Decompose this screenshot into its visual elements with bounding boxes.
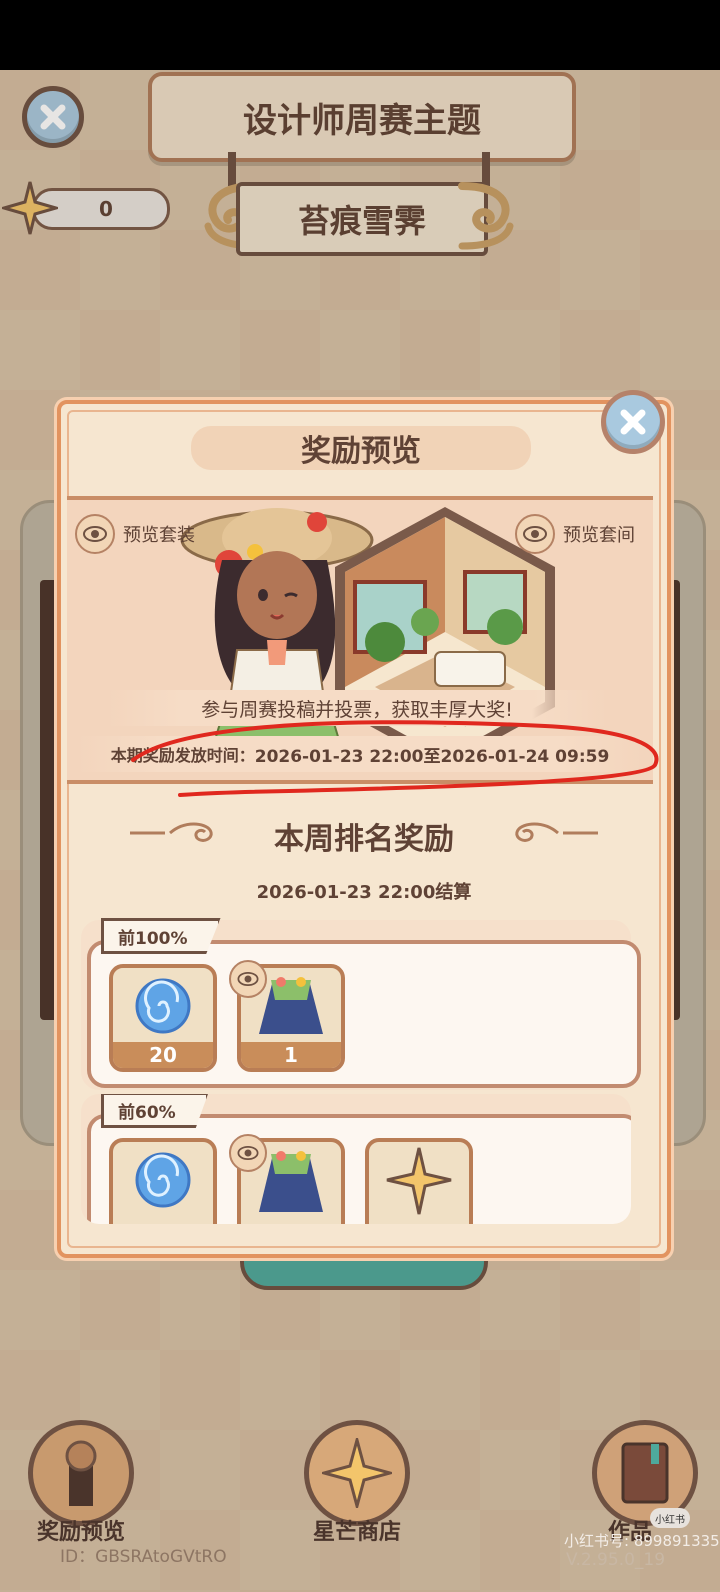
tier-label: 前60% xyxy=(101,1094,209,1128)
reward-tier: 前60% xyxy=(81,1094,631,1224)
reward-preview-modal: 奖励预览 预览套装 预览套间 参与周赛投稿并投票，获取丰厚大奖! 本期奖励发放时… xyxy=(57,390,671,1258)
swirl-orb-icon xyxy=(135,978,191,1034)
nav-rewards-button[interactable]: 奖励预览 xyxy=(26,1420,136,1546)
tier-label: 前100% xyxy=(101,918,221,954)
preview-room-button[interactable]: 预览套间 xyxy=(515,514,635,554)
slogan-strip: 参与周赛投稿并投票，获取丰厚大奖! xyxy=(107,690,607,726)
star-icon xyxy=(386,1147,452,1215)
watermark-badge: 小红书 xyxy=(650,1508,690,1528)
preview-outfit-button[interactable]: 预览套装 xyxy=(75,514,195,554)
item-preview-eye-icon[interactable] xyxy=(229,960,267,998)
ornament-right-icon xyxy=(515,822,598,842)
version-text: V.2.95.0_19 xyxy=(566,1550,666,1570)
eye-icon xyxy=(515,514,555,554)
reward-time-strip: 本期奖励发放时间： 2026-01-23 22:00至2026-01-24 09… xyxy=(77,736,643,772)
modal-close-button[interactable] xyxy=(601,390,665,454)
modal-title: 奖励预览 xyxy=(191,426,531,470)
settle-time: 2026-01-23 22:00结算 xyxy=(256,882,472,903)
nav-shop-label: 星芒商店 xyxy=(312,1520,401,1545)
item-quantity: 1 xyxy=(241,1042,341,1068)
status-bar xyxy=(0,0,720,70)
reward-time-range: 2026-01-23 22:00至2026-01-24 09:59 xyxy=(254,746,610,767)
swirl-orb-icon xyxy=(135,1152,191,1208)
user-id: ID：GBSRAtoGVtRO xyxy=(60,1547,227,1567)
reward-item-orb[interactable] xyxy=(109,1138,217,1224)
reward-time-label: 本期奖励发放时间： xyxy=(110,746,255,765)
preview-area: 预览套装 预览套间 参与周赛投稿并投票，获取丰厚大奖! 本期奖励发放时间： 20… xyxy=(67,496,653,784)
reward-item-star[interactable] xyxy=(365,1138,473,1224)
reward-tier: 前100% 20 1 xyxy=(81,918,641,1090)
nav-shop-button[interactable]: 星芒商店 xyxy=(302,1420,412,1546)
close-icon xyxy=(620,409,646,435)
preview-room-label: 预览套间 xyxy=(563,525,635,546)
item-preview-eye-icon[interactable] xyxy=(229,1134,267,1172)
item-quantity: 20 xyxy=(113,1042,213,1068)
reward-item-orb[interactable]: 20 xyxy=(109,964,217,1072)
watermark: 小红书号: 899891335 xyxy=(564,1532,720,1550)
slogan: 参与周赛投稿并投票，获取丰厚大奖! xyxy=(201,698,513,721)
trophy-icon xyxy=(28,1420,134,1526)
eye-icon xyxy=(75,514,115,554)
star-shop-icon xyxy=(304,1420,410,1526)
preview-outfit-label: 预览套装 xyxy=(123,525,195,546)
